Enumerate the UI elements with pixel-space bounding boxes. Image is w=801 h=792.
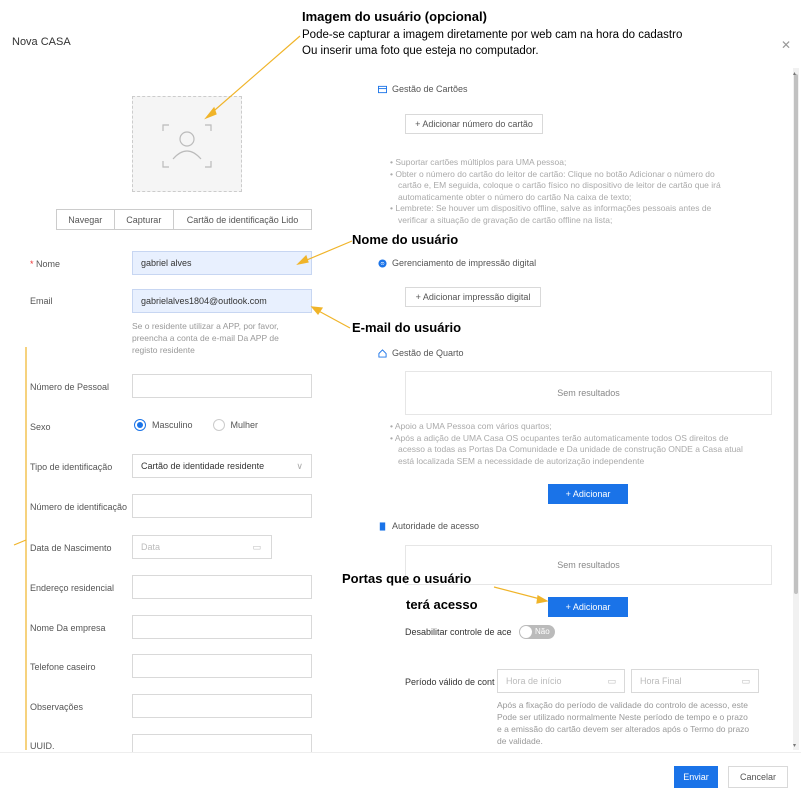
cards-section-title: Gestão de Cartões	[378, 84, 468, 94]
scrollbar-thumb[interactable]	[794, 74, 798, 594]
annotation-doors-line1: Portas que o usuário	[342, 571, 472, 586]
person-number-label: Número de Pessoal	[30, 382, 110, 392]
chevron-down-icon: ∨	[296, 460, 303, 471]
email-input[interactable]: gabrielalves1804@outlook.com	[132, 289, 312, 313]
phone-label: Telefone caseiro	[30, 662, 96, 672]
sex-radio-group: Masculino Mulher	[134, 419, 258, 431]
email-label: Email	[30, 296, 53, 306]
scroll-down-icon[interactable]: ▾	[793, 742, 796, 749]
end-time-input[interactable]: Hora Final ▭	[631, 669, 759, 693]
submit-button[interactable]: Enviar	[674, 766, 718, 788]
valid-period-help: Após a fixação do período de validade do…	[497, 700, 750, 746]
birth-date-input[interactable]: Data ▭	[132, 535, 272, 559]
add-card-number-button[interactable]: + Adicionar número do cartão	[405, 114, 543, 134]
add-room-button[interactable]: + Adicionar	[548, 484, 628, 504]
rooms-tips: • Apoio a UMA Pessoa com vários quartos;…	[390, 421, 743, 466]
valid-period-label: Período válido de cont	[405, 677, 495, 687]
company-input[interactable]	[132, 615, 312, 639]
id-type-select[interactable]: Cartão de identidade residente ∨	[132, 454, 312, 478]
name-label: * Nome	[30, 259, 61, 269]
disable-access-control-label: Desabilitar controle de ace	[405, 627, 512, 637]
annotation-photo-line1: Pode-se capturar a imagem diretamente po…	[302, 29, 683, 41]
annotation-doors-line2: terá acesso	[406, 597, 478, 612]
annotation-photo-title: Imagem do usuário (opcional)	[302, 9, 487, 24]
close-icon[interactable]: ✕	[781, 38, 791, 52]
annotation-name: Nome do usuário	[352, 232, 459, 247]
id-number-input[interactable]	[132, 494, 312, 518]
user-avatar-icon	[162, 124, 212, 168]
female-radio[interactable]	[212, 419, 225, 431]
home-icon	[378, 348, 387, 358]
calendar-icon: ▭	[741, 675, 750, 686]
browse-button[interactable]: Navegar	[57, 210, 115, 229]
person-number-input[interactable]	[132, 374, 312, 398]
scroll-up-icon[interactable]: ▴	[793, 70, 796, 77]
add-fingerprint-button[interactable]: + Adicionar impressão digital	[405, 287, 541, 307]
dialog-title: Nova CASA	[12, 36, 71, 48]
sex-label: Sexo	[30, 422, 51, 432]
birth-date-label: Data de Nascimento	[30, 543, 112, 553]
notes-input[interactable]	[132, 694, 312, 718]
photo-button-group: Navegar Capturar Cartão de identificação…	[56, 209, 312, 230]
fingerprint-icon	[378, 258, 387, 268]
card-icon	[378, 85, 387, 93]
cancel-button[interactable]: Cancelar	[728, 766, 788, 788]
company-label: Nome Da empresa	[30, 623, 106, 633]
notes-label: Observações	[30, 702, 84, 712]
female-radio-label: Mulher	[230, 420, 259, 430]
id-type-label: Tipo de identificação	[30, 462, 113, 472]
calendar-icon: ▭	[252, 541, 261, 552]
door-icon	[379, 521, 386, 531]
phone-input[interactable]	[132, 654, 312, 678]
user-photo-placeholder[interactable]	[132, 96, 242, 192]
fingerprint-section-title: Gerenciamento de impressão digital	[378, 258, 536, 268]
male-radio[interactable]	[134, 419, 146, 431]
start-time-input[interactable]: Hora de início ▭	[497, 669, 625, 693]
annotation-email: E-mail do usuário	[352, 320, 462, 335]
disable-access-toggle[interactable]: Não	[519, 625, 555, 639]
rooms-section-title: Gestão de Quarto	[378, 348, 464, 358]
address-input[interactable]	[132, 575, 312, 599]
read-id-card-button[interactable]: Cartão de identificação Lido	[174, 210, 311, 229]
uuid-input[interactable]	[132, 734, 312, 752]
annotation-photo-line2: Ou inserir uma foto que esteja no comput…	[302, 45, 539, 57]
access-section-title: Autoridade de acesso	[378, 521, 479, 531]
uuid-label: UUID.	[30, 741, 55, 751]
rooms-empty-box: Sem resultados	[405, 371, 772, 415]
male-radio-label: Masculino	[152, 420, 193, 430]
id-number-label: Número de identificação	[30, 502, 128, 512]
capture-button[interactable]: Capturar	[115, 210, 175, 229]
email-help-text: Se o residente utilizar a APP, por favor…	[132, 321, 279, 355]
add-access-button[interactable]: + Adicionar	[548, 597, 628, 617]
name-input[interactable]: gabriel alves	[132, 251, 312, 275]
cards-tips: • Suportar cartões múltiplos para UMA pe…	[390, 157, 721, 225]
calendar-icon: ▭	[607, 675, 616, 686]
address-label: Endereço residencial	[30, 583, 115, 593]
